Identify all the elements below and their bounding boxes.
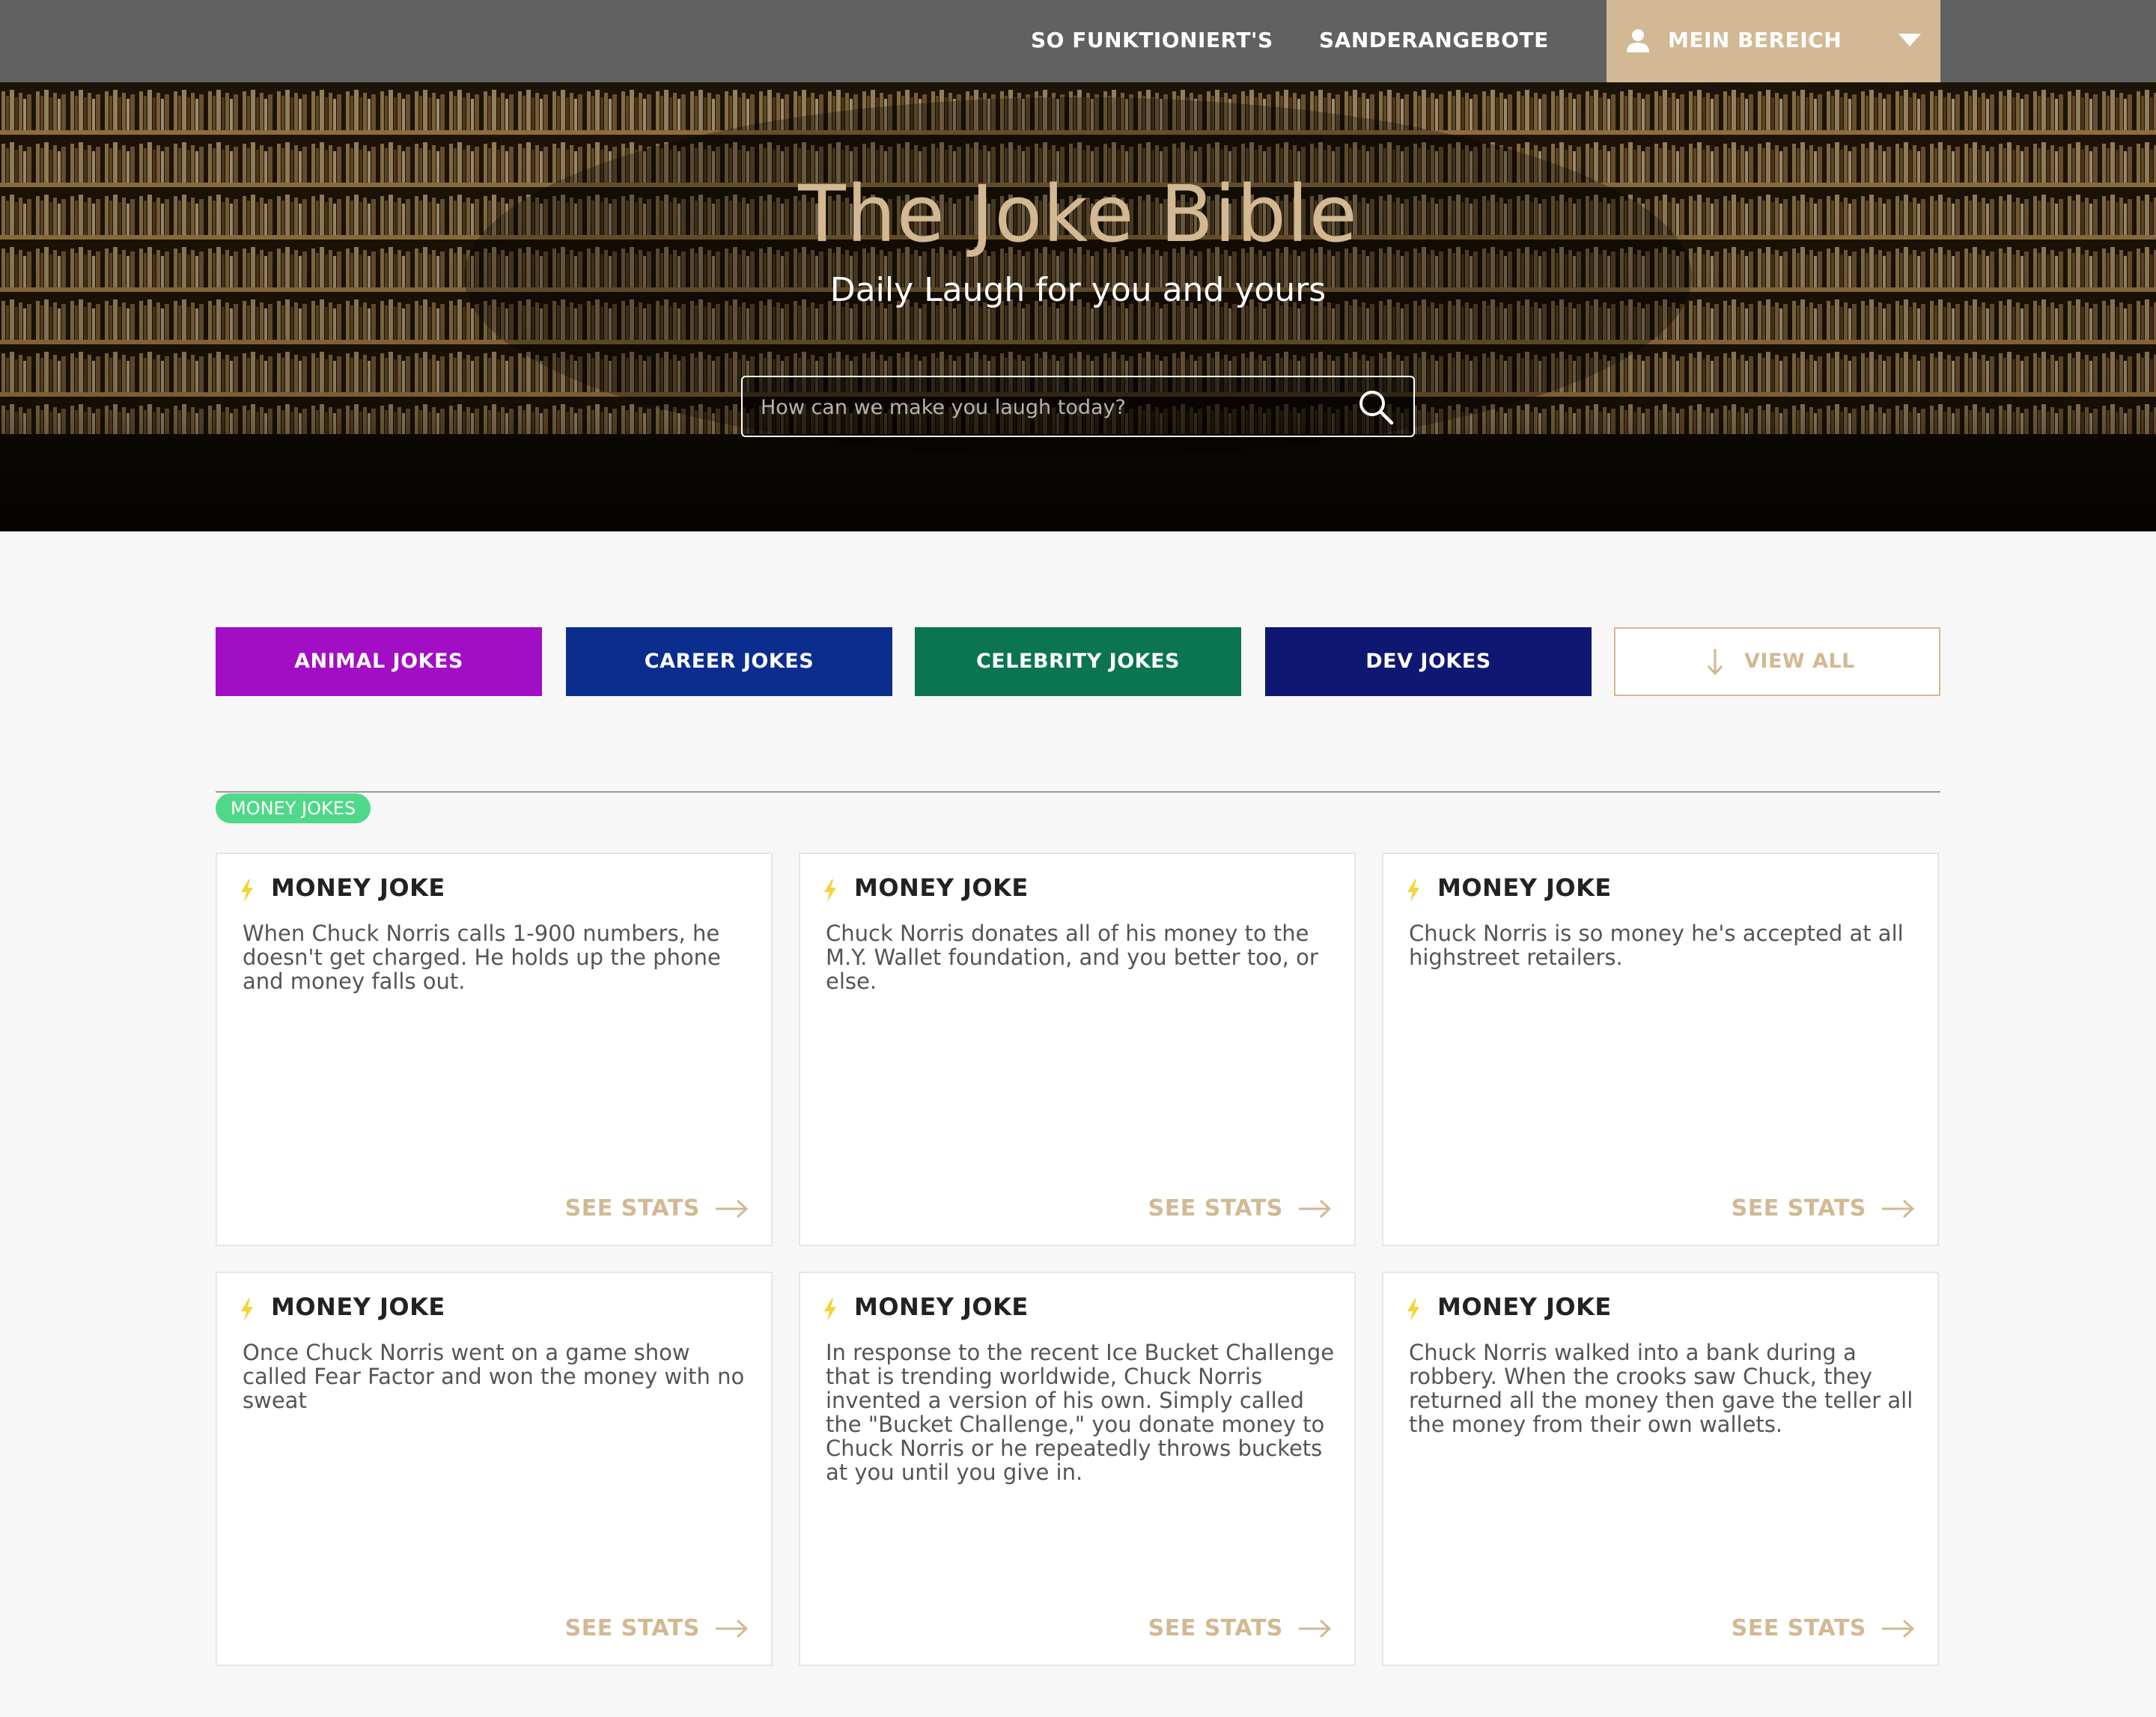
joke-card-title: MONEY JOKE — [854, 873, 1029, 902]
arrow-right-icon — [716, 1199, 749, 1219]
hero-title: The Joke Bible — [798, 168, 1358, 260]
bolt-icon — [824, 879, 836, 902]
see-stats-link[interactable]: SEE STATS — [565, 1192, 749, 1225]
see-stats-label: SEE STATS — [1731, 1615, 1866, 1641]
bolt-icon — [241, 1299, 253, 1321]
hero-subtitle: Daily Laugh for you and yours — [829, 271, 1327, 309]
hero-banner: The Joke Bible Daily Laugh for you and y… — [0, 82, 2156, 531]
search-bar — [741, 376, 1415, 437]
account-menu-button[interactable]: MEIN BEREICH — [1607, 0, 1940, 82]
see-stats-label: SEE STATS — [1731, 1195, 1866, 1222]
view-all-button[interactable]: VIEW ALL — [1614, 627, 1940, 696]
joke-card: MONEY JOKE Chuck Norris donates all of h… — [799, 853, 1356, 1246]
joke-card: MONEY JOKE When Chuck Norris calls 1-900… — [216, 853, 773, 1246]
category-button-animal-jokes[interactable]: ANIMAL JOKES — [216, 627, 542, 696]
bolt-icon — [1407, 879, 1419, 902]
joke-card-title: MONEY JOKE — [854, 1293, 1029, 1321]
joke-card-text: When Chuck Norris calls 1-900 numbers, h… — [243, 921, 721, 994]
arrow-right-icon — [716, 1619, 749, 1638]
caret-down-icon — [1898, 34, 1921, 46]
section-divider — [216, 791, 1940, 793]
joke-card-text: Chuck Norris walked into a bank during a… — [1409, 1340, 1913, 1437]
section-badge: MONEY JOKES — [216, 793, 371, 823]
joke-card-title: MONEY JOKE — [271, 873, 445, 902]
search-input[interactable] — [759, 377, 1339, 437]
joke-card-title: MONEY JOKE — [1437, 873, 1612, 902]
joke-card-title: MONEY JOKE — [271, 1293, 445, 1321]
joke-card: MONEY JOKE Chuck Norris walked into a ba… — [1382, 1272, 1939, 1666]
top-navigation-bar: SO FUNKTIONIERT'S SANDERANGEBOTE MEIN BE… — [0, 0, 2156, 82]
user-icon — [1627, 29, 1649, 52]
bolt-icon — [241, 879, 253, 902]
see-stats-label: SEE STATS — [1148, 1615, 1283, 1641]
category-button-celebrity-jokes[interactable]: CELEBRITY JOKES — [915, 627, 1241, 696]
category-button-dev-jokes[interactable]: DEV JOKES — [1265, 627, 1592, 696]
joke-card-text: Once Chuck Norris went on a game show ca… — [243, 1340, 745, 1413]
see-stats-link[interactable]: SEE STATS — [1732, 1192, 1915, 1225]
category-button-career-jokes[interactable]: CAREER JOKES — [566, 627, 892, 696]
arrow-right-icon — [1299, 1199, 1332, 1219]
joke-card: MONEY JOKE Once Chuck Norris went on a g… — [216, 1272, 773, 1666]
search-icon[interactable] — [1356, 388, 1395, 427]
joke-card-text: Chuck Norris is so money he's accepted a… — [1409, 921, 1904, 970]
joke-card-title: MONEY JOKE — [1437, 1293, 1612, 1321]
see-stats-link[interactable]: SEE STATS — [1148, 1612, 1332, 1645]
bolt-icon — [824, 1299, 836, 1321]
joke-card: MONEY JOKE In response to the recent Ice… — [799, 1272, 1356, 1666]
joke-card-text: In response to the recent Ice Bucket Cha… — [826, 1340, 1335, 1485]
joke-card-text: Chuck Norris donates all of his money to… — [826, 921, 1318, 994]
nav-link-special-offers[interactable]: SANDERANGEBOTE — [1319, 0, 1549, 82]
see-stats-link[interactable]: SEE STATS — [1148, 1192, 1332, 1225]
account-menu-label: MEIN BEREICH — [1668, 28, 1842, 52]
see-stats-label: SEE STATS — [564, 1195, 700, 1222]
nav-link-how-it-works[interactable]: SO FUNKTIONIERT'S — [1031, 0, 1273, 82]
arrow-right-icon — [1882, 1199, 1915, 1219]
see-stats-link[interactable]: SEE STATS — [1732, 1612, 1915, 1645]
see-stats-link[interactable]: SEE STATS — [565, 1612, 749, 1645]
arrow-down-icon — [1707, 649, 1723, 676]
arrow-right-icon — [1299, 1619, 1332, 1638]
bolt-icon — [1407, 1299, 1419, 1321]
joke-card: MONEY JOKE Chuck Norris is so money he's… — [1382, 853, 1939, 1246]
view-all-label: VIEW ALL — [1744, 650, 1855, 673]
see-stats-label: SEE STATS — [1148, 1195, 1283, 1222]
arrow-right-icon — [1882, 1619, 1915, 1638]
see-stats-label: SEE STATS — [564, 1615, 700, 1641]
